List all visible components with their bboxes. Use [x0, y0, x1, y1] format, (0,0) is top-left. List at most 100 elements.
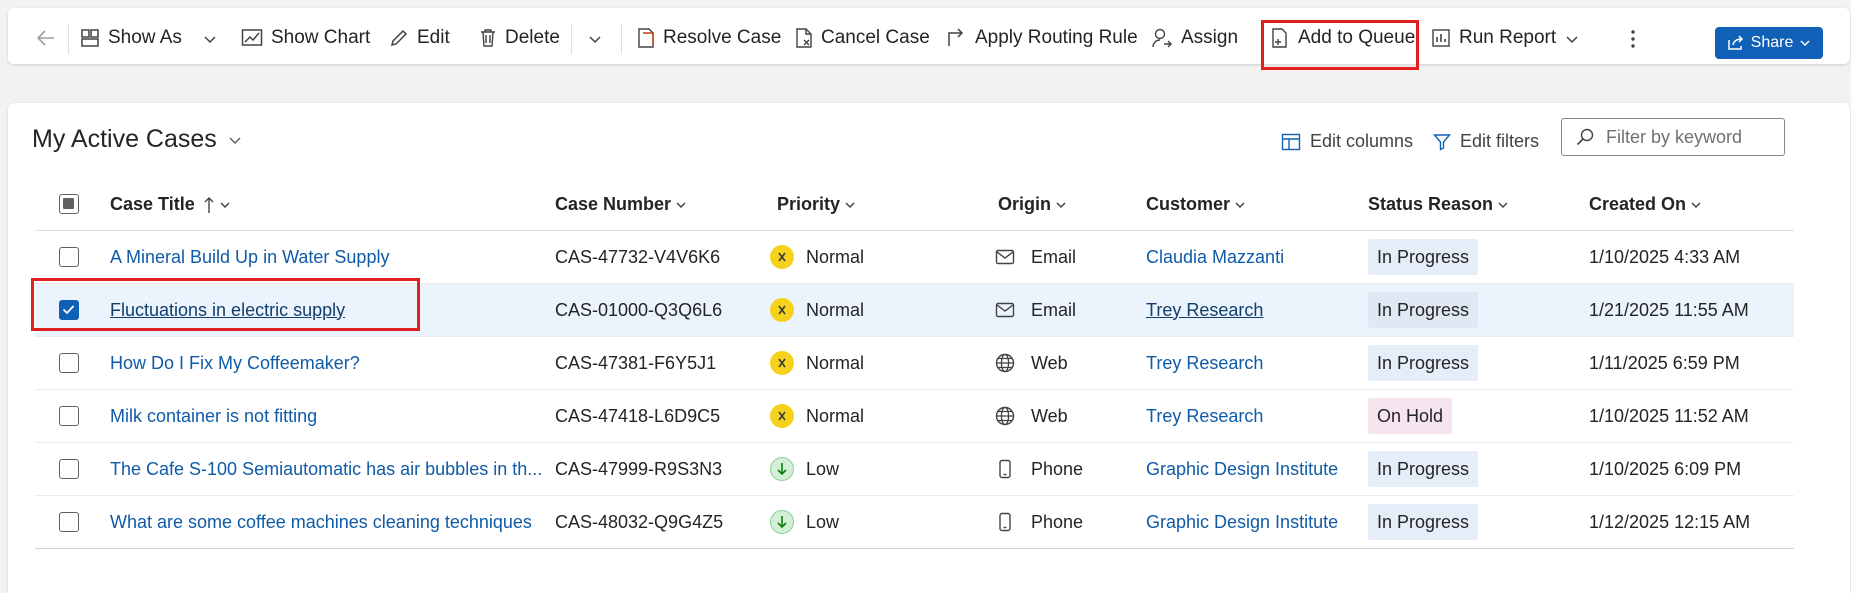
pencil-icon [390, 29, 408, 47]
apply-routing-rule-button[interactable]: Apply Routing Rule [945, 22, 1138, 54]
table-row[interactable]: What are some coffee machines cleaning t… [35, 496, 1794, 549]
more-commands-chevron-down-icon[interactable] [586, 30, 604, 48]
column-header-created-on[interactable]: Created On [1589, 194, 1702, 215]
row-checkbox[interactable] [59, 247, 79, 267]
chevron-down-icon [1235, 201, 1245, 208]
priority-cell: Normal [770, 337, 864, 389]
resolve-case-label: Resolve Case [663, 27, 782, 48]
created-on: 1/10/2025 4:33 AM [1589, 246, 1741, 267]
edit-filters-button[interactable]: Edit filters [1433, 131, 1539, 152]
case-title-link[interactable]: How Do I Fix My Coffeemaker? [110, 337, 360, 389]
status-cell: In Progress [1368, 496, 1479, 548]
delete-label: Delete [505, 27, 560, 48]
edit-button[interactable]: Edit [389, 22, 450, 54]
priority-label: Low [806, 458, 840, 479]
table-row[interactable]: The Cafe S-100 Semiautomatic has air bub… [35, 443, 1794, 496]
globe-icon [995, 353, 1015, 373]
share-icon [1727, 35, 1743, 50]
column-header-priority[interactable]: Priority [777, 194, 856, 215]
chevron-down-icon [220, 201, 230, 208]
row-checkbox[interactable] [59, 406, 79, 426]
share-button[interactable]: Share [1715, 27, 1823, 59]
more-options-icon[interactable] [1623, 28, 1643, 50]
case-title-link[interactable]: The Cafe S-100 Semiautomatic has air bub… [110, 443, 542, 495]
case-title-link[interactable]: Fluctuations in electric supply [110, 284, 345, 336]
back-arrow-icon[interactable] [34, 26, 58, 50]
resolve-case-button[interactable]: Resolve Case [637, 22, 781, 54]
status-cell: In Progress [1368, 443, 1479, 495]
select-all-checkbox[interactable] [59, 194, 79, 214]
customer-link[interactable]: Graphic Design Institute [1146, 496, 1338, 548]
column-header-customer[interactable]: Customer [1146, 194, 1246, 215]
customer-link[interactable]: Claudia Mazzanti [1146, 231, 1284, 283]
keyword-filter[interactable] [1561, 118, 1785, 156]
status-badge: In Progress [1368, 451, 1479, 487]
delete-button[interactable]: Delete [479, 22, 560, 54]
column-header-status-reason[interactable]: Status Reason [1368, 194, 1509, 215]
status-badge: In Progress [1368, 292, 1479, 328]
row-checkbox-checked[interactable] [59, 300, 79, 320]
table-row[interactable]: A Mineral Build Up in Water Supply CAS-4… [35, 231, 1794, 284]
priority-label: Normal [806, 405, 865, 426]
customer-link[interactable]: Trey Research [1146, 390, 1263, 442]
row-checkbox[interactable] [59, 512, 79, 532]
cancel-case-button[interactable]: Cancel Case [795, 22, 930, 54]
created-on: 1/21/2025 11:55 AM [1589, 299, 1749, 320]
priority-normal-icon [770, 404, 794, 428]
show-chart-button[interactable]: Show Chart [241, 22, 370, 54]
case-number: CAS-47999-R9S3N3 [555, 458, 723, 479]
origin-label: Web [1031, 405, 1068, 426]
origin-cell: Web [995, 390, 1068, 442]
row-checkbox[interactable] [59, 353, 79, 373]
assign-button[interactable]: Assign [1151, 22, 1238, 54]
origin-cell: Phone [995, 443, 1083, 495]
table-row[interactable]: Milk container is not fitting CAS-47418-… [35, 390, 1794, 443]
priority-normal-icon [770, 298, 794, 322]
case-number: CAS-47418-L6D9C5 [555, 405, 721, 426]
origin-cell: Web [995, 337, 1068, 389]
grid-header: Case Title Case Number Priority Origin C… [35, 178, 1794, 231]
layout-icon [81, 29, 99, 47]
show-as-button[interactable]: Show As [80, 22, 182, 54]
customer-link[interactable]: Trey Research [1146, 337, 1263, 389]
origin-label: Phone [1031, 458, 1084, 479]
run-report-label: Run Report [1459, 27, 1557, 48]
cancel-case-label: Cancel Case [821, 27, 930, 48]
chevron-down-icon [845, 201, 855, 208]
column-header-origin[interactable]: Origin [998, 194, 1067, 215]
table-row-selected[interactable]: Fluctuations in electric supply CAS-0100… [35, 284, 1794, 337]
row-checkbox[interactable] [59, 459, 79, 479]
column-label: Origin [998, 194, 1051, 214]
filter-keyword-input[interactable] [1604, 125, 1778, 149]
column-label: Priority [777, 194, 841, 214]
apply-routing-rule-label: Apply Routing Rule [975, 27, 1138, 48]
column-label: Case Number [555, 194, 672, 214]
customer-link[interactable]: Trey Research [1146, 284, 1263, 336]
priority-normal-icon [770, 351, 794, 375]
case-title-link[interactable]: What are some coffee machines cleaning t… [110, 496, 532, 548]
divider [68, 24, 69, 54]
customer-link[interactable]: Graphic Design Institute [1146, 443, 1338, 495]
column-header-case-title[interactable]: Case Title [110, 194, 231, 215]
show-as-label: Show As [108, 27, 182, 48]
case-title-link[interactable]: Milk container is not fitting [110, 390, 317, 442]
priority-cell: Low [770, 443, 839, 495]
share-label: Share [1750, 34, 1794, 51]
table-row[interactable]: How Do I Fix My Coffeemaker? CAS-47381-F… [35, 337, 1794, 390]
priority-cell: Normal [770, 231, 864, 283]
run-report-chevron-down-icon[interactable] [1563, 30, 1581, 48]
column-label: Customer [1146, 194, 1231, 214]
edit-columns-button[interactable]: Edit columns [1281, 131, 1413, 152]
priority-label: Normal [806, 352, 865, 373]
run-report-button[interactable]: Run Report [1431, 22, 1556, 54]
origin-cell: Email [995, 284, 1076, 336]
edit-columns-label: Edit columns [1310, 131, 1414, 151]
divider [621, 24, 622, 54]
sort-ascending-icon [204, 196, 214, 213]
show-as-chevron-down-icon[interactable] [201, 30, 219, 48]
view-selector[interactable]: My Active Cases [32, 125, 243, 154]
chevron-down-icon [229, 136, 241, 144]
column-header-case-number[interactable]: Case Number [555, 194, 687, 215]
case-title-link[interactable]: A Mineral Build Up in Water Supply [110, 231, 389, 283]
edit-columns-icon [1281, 133, 1301, 150]
